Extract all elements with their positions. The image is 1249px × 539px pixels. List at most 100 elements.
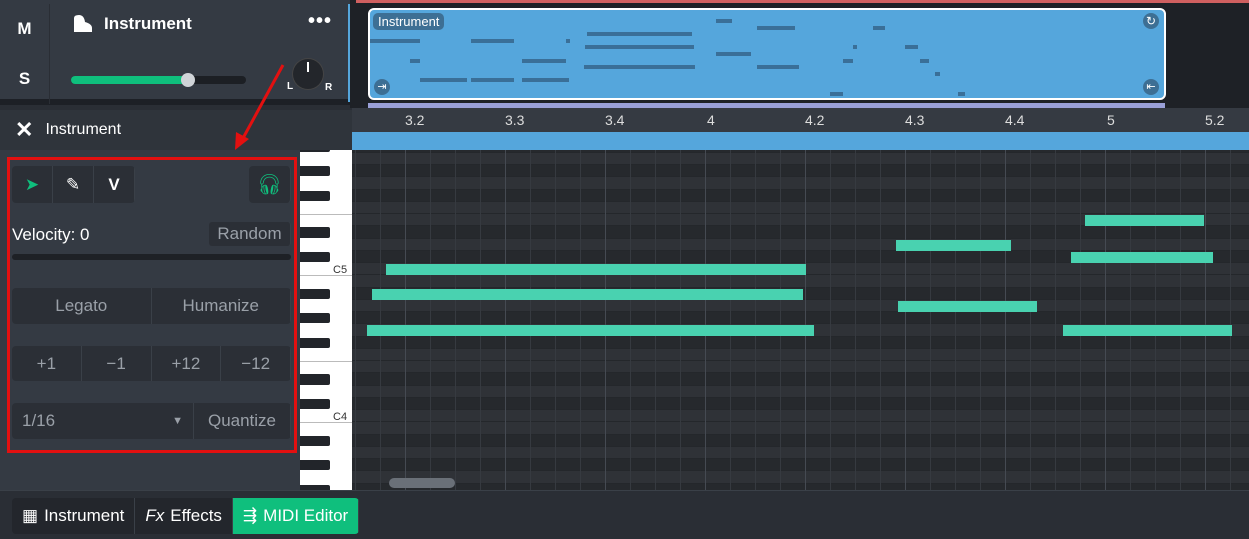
grid-line bbox=[855, 150, 856, 490]
midi-note[interactable] bbox=[896, 239, 1011, 251]
clip-note bbox=[410, 58, 420, 63]
grid-row bbox=[352, 385, 1249, 398]
grid-row bbox=[352, 189, 1249, 202]
ruler-label: 4 bbox=[707, 112, 715, 128]
piano-roll-grid[interactable] bbox=[352, 150, 1249, 490]
transpose-up-1-button[interactable]: +1 bbox=[12, 346, 82, 381]
grid-select[interactable]: 1/16 ▼ bbox=[12, 403, 194, 439]
tab-midi-editor[interactable]: ⇶ MIDI Editor bbox=[232, 498, 360, 534]
clip-note bbox=[757, 65, 799, 70]
grid-line bbox=[405, 150, 406, 490]
grid-line bbox=[1180, 150, 1181, 490]
clip-name: Instrument bbox=[373, 13, 445, 30]
legato-button[interactable]: Legato bbox=[12, 288, 152, 324]
midi-editor-icon: ⇶ bbox=[242, 506, 258, 525]
clip-note bbox=[843, 58, 853, 63]
clip-note bbox=[420, 78, 467, 83]
black-key[interactable] bbox=[300, 398, 330, 409]
horizontal-scrollbar[interactable] bbox=[389, 478, 455, 488]
black-key[interactable] bbox=[300, 150, 330, 152]
grid-line bbox=[680, 150, 681, 490]
midi-note[interactable] bbox=[1071, 251, 1213, 263]
clip-note bbox=[935, 71, 940, 76]
black-key[interactable] bbox=[300, 337, 330, 348]
clip-note bbox=[471, 78, 514, 83]
chevron-down-icon: ▼ bbox=[172, 415, 183, 427]
piano-keyboard[interactable]: C5 C4 bbox=[300, 150, 352, 490]
grid-line bbox=[1155, 150, 1156, 490]
grid-row bbox=[352, 150, 1249, 153]
ruler-label: 4.3 bbox=[905, 112, 925, 128]
clip-end-handle-icon[interactable]: ⇤ bbox=[1143, 79, 1159, 95]
listen-button[interactable]: 🎧︎ bbox=[249, 166, 291, 203]
grid-line bbox=[530, 150, 531, 490]
grid-line bbox=[880, 150, 881, 490]
volume-slider[interactable] bbox=[71, 73, 246, 87]
transpose-up-12-button[interactable]: +12 bbox=[151, 346, 222, 381]
midi-clip[interactable]: Instrument ⇥ ↻ ⇤ bbox=[368, 8, 1166, 100]
select-tool-button[interactable]: ➤ bbox=[12, 166, 53, 203]
close-icon[interactable]: ✕ bbox=[15, 117, 33, 143]
humanize-button[interactable]: Humanize bbox=[151, 288, 291, 324]
transpose-down-12-button[interactable]: −12 bbox=[221, 346, 291, 381]
black-key[interactable] bbox=[300, 313, 330, 324]
clip-start-handle-icon[interactable]: ⇥ bbox=[374, 79, 390, 95]
track-name[interactable]: Instrument bbox=[104, 14, 192, 34]
pan-left-label: L bbox=[287, 81, 294, 92]
grid-line bbox=[355, 150, 356, 490]
timeline-ruler[interactable]: 3.2 3.3 3.4 4 4.2 4.3 4.4 5 5.2 bbox=[352, 108, 1249, 132]
pencil-tool-button[interactable]: ✎ bbox=[53, 166, 94, 203]
grid-row bbox=[352, 348, 1249, 361]
grid-row bbox=[352, 471, 1249, 484]
midi-note[interactable] bbox=[1063, 325, 1232, 337]
black-key[interactable] bbox=[300, 251, 330, 262]
grid-line bbox=[580, 150, 581, 490]
midi-note[interactable] bbox=[898, 300, 1037, 312]
clip-note bbox=[716, 52, 751, 56]
headphones-icon: 🎧︎ bbox=[256, 174, 283, 196]
black-key[interactable] bbox=[300, 166, 330, 177]
grid-line bbox=[805, 150, 806, 490]
velocity-tool-button[interactable]: V bbox=[94, 166, 135, 203]
grid-line bbox=[1130, 150, 1131, 490]
mute-button[interactable]: M bbox=[0, 4, 50, 54]
grid-line bbox=[930, 150, 931, 490]
clip-region-bar[interactable] bbox=[352, 132, 1249, 150]
more-dots-icon[interactable]: ••• bbox=[308, 10, 332, 33]
black-key[interactable] bbox=[300, 288, 330, 299]
quantize-button[interactable]: Quantize bbox=[194, 403, 291, 439]
track-header: M S Instrument ••• L R bbox=[0, 0, 351, 105]
clip-note bbox=[471, 38, 514, 43]
key-label-c4: C4 bbox=[333, 411, 348, 423]
grid-line bbox=[1230, 150, 1231, 490]
black-key[interactable] bbox=[300, 227, 330, 238]
solo-button[interactable]: S bbox=[0, 54, 50, 104]
grid-row bbox=[352, 226, 1249, 239]
clip-note bbox=[585, 45, 694, 50]
grid-line bbox=[655, 150, 656, 490]
transpose-down-1-button[interactable]: −1 bbox=[81, 346, 152, 381]
tab-instrument[interactable]: ▦ Instrument bbox=[12, 498, 136, 534]
grid-line bbox=[1205, 150, 1206, 490]
black-key[interactable] bbox=[300, 435, 330, 446]
grid-line bbox=[630, 150, 631, 490]
black-key[interactable] bbox=[300, 374, 330, 385]
midi-note[interactable] bbox=[372, 288, 803, 300]
black-key[interactable] bbox=[300, 190, 330, 201]
random-button[interactable]: Random bbox=[209, 222, 291, 246]
pan-right-label: R bbox=[325, 82, 333, 93]
ruler-label: 5.2 bbox=[1205, 112, 1225, 128]
midi-note[interactable] bbox=[1085, 215, 1204, 226]
clip-note bbox=[873, 25, 885, 30]
grid-line bbox=[730, 150, 731, 490]
grid-line bbox=[955, 150, 956, 490]
ruler-label: 3.3 bbox=[505, 112, 525, 128]
velocity-slider[interactable] bbox=[12, 254, 291, 260]
loop-icon[interactable]: ↻ bbox=[1143, 13, 1159, 29]
pan-knob[interactable] bbox=[293, 59, 323, 89]
midi-note[interactable] bbox=[386, 264, 806, 275]
grid-row bbox=[352, 201, 1249, 214]
midi-note[interactable] bbox=[367, 325, 814, 337]
tab-effects[interactable]: Fx Effects bbox=[135, 498, 233, 534]
black-key[interactable] bbox=[300, 460, 330, 471]
